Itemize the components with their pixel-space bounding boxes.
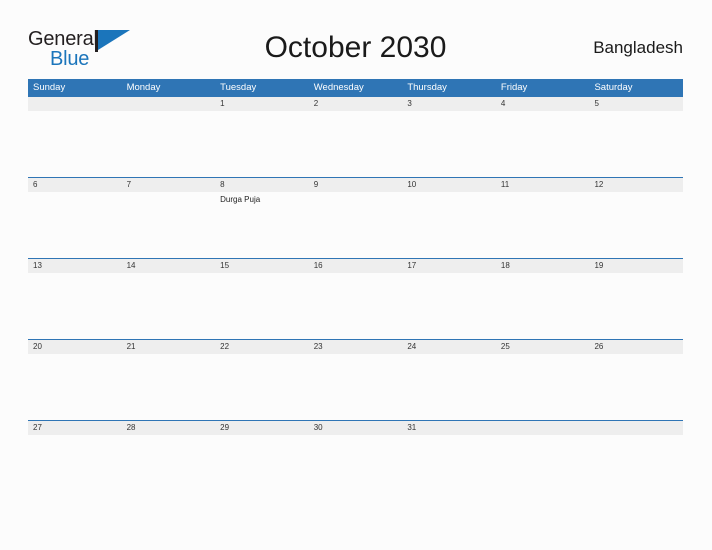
date-number[interactable]: 10	[402, 178, 496, 192]
day-cell[interactable]	[122, 435, 216, 480]
date-number[interactable]: 21	[122, 340, 216, 354]
date-number-band: 13 14 15 16 17 18 19	[28, 258, 683, 273]
day-cell[interactable]	[28, 435, 122, 480]
date-number[interactable]: 2	[309, 97, 403, 111]
date-number[interactable]: 1	[215, 97, 309, 111]
date-number[interactable]: 3	[402, 97, 496, 111]
date-number[interactable]: 18	[496, 259, 590, 273]
day-cell[interactable]	[496, 111, 590, 177]
date-number[interactable]: 16	[309, 259, 403, 273]
day-cell[interactable]	[402, 273, 496, 339]
day-cell[interactable]	[402, 435, 496, 480]
page-title: October 2030	[264, 31, 447, 64]
country-label: Bangladesh	[593, 38, 683, 57]
day-cell[interactable]	[122, 354, 216, 420]
date-number[interactable]: 30	[309, 421, 403, 435]
day-cell[interactable]: Durga Puja	[215, 192, 309, 258]
date-number[interactable]: 26	[589, 340, 683, 354]
day-cell[interactable]	[589, 273, 683, 339]
date-number[interactable]: 9	[309, 178, 403, 192]
date-number[interactable]	[122, 97, 216, 111]
date-number[interactable]: 13	[28, 259, 122, 273]
date-number[interactable]: 14	[122, 259, 216, 273]
date-number-band: 27 28 29 30 31	[28, 420, 683, 435]
date-number[interactable]	[28, 97, 122, 111]
day-cell[interactable]	[496, 435, 590, 480]
date-number[interactable]: 20	[28, 340, 122, 354]
date-number[interactable]	[496, 421, 590, 435]
day-cell[interactable]	[402, 354, 496, 420]
weekday-saturday: Saturday	[594, 82, 633, 93]
day-cell[interactable]	[309, 273, 403, 339]
event-band	[28, 354, 683, 420]
day-cell[interactable]	[215, 273, 309, 339]
weekday-thursday: Thursday	[407, 82, 447, 93]
calendar-week-row: 1 2 3 4 5	[28, 96, 683, 177]
date-number[interactable]: 28	[122, 421, 216, 435]
day-cell[interactable]	[28, 354, 122, 420]
day-cell[interactable]	[402, 192, 496, 258]
day-cell[interactable]	[28, 192, 122, 258]
calendar-page: General Blue October 2030 Bangladesh Sun…	[0, 0, 712, 550]
day-cell[interactable]	[122, 111, 216, 177]
day-cell[interactable]	[215, 354, 309, 420]
calendar-week-row: 27 28 29 30 31	[28, 420, 683, 480]
date-number[interactable]: 29	[215, 421, 309, 435]
date-number[interactable]: 7	[122, 178, 216, 192]
day-cell[interactable]	[589, 192, 683, 258]
event-band	[28, 435, 683, 480]
day-cell[interactable]	[28, 111, 122, 177]
calendar-week-row: 6 7 8 9 10 11 12 Durga Puja	[28, 177, 683, 258]
day-cell[interactable]	[122, 273, 216, 339]
date-number[interactable]: 5	[589, 97, 683, 111]
date-number-band: 20 21 22 23 24 25 26	[28, 339, 683, 354]
calendar-week-row: 13 14 15 16 17 18 19	[28, 258, 683, 339]
day-cell[interactable]	[28, 273, 122, 339]
date-number[interactable]: 27	[28, 421, 122, 435]
day-cell[interactable]	[215, 435, 309, 480]
day-cell[interactable]	[309, 354, 403, 420]
date-number[interactable]: 22	[215, 340, 309, 354]
date-number-band: 1 2 3 4 5	[28, 96, 683, 111]
date-number[interactable]: 25	[496, 340, 590, 354]
date-number[interactable]: 12	[589, 178, 683, 192]
date-number[interactable]: 11	[496, 178, 590, 192]
date-number[interactable]: 23	[309, 340, 403, 354]
date-number-band: 6 7 8 9 10 11 12	[28, 177, 683, 192]
day-cell[interactable]	[496, 354, 590, 420]
weekday-friday: Friday	[500, 82, 528, 93]
event-label: Durga Puja	[220, 195, 261, 204]
date-number[interactable]: 6	[28, 178, 122, 192]
date-number[interactable]: 15	[215, 259, 309, 273]
day-cell[interactable]	[309, 111, 403, 177]
event-band: Durga Puja	[28, 192, 683, 258]
page-header: General Blue October 2030 Bangladesh	[28, 28, 683, 72]
calendar-week-row: 20 21 22 23 24 25 26	[28, 339, 683, 420]
day-cell[interactable]	[402, 111, 496, 177]
day-cell[interactable]	[589, 435, 683, 480]
event-band	[28, 111, 683, 177]
weekday-tuesday: Tuesday	[220, 82, 257, 93]
day-cell[interactable]	[496, 192, 590, 258]
weekday-wednesday: Wednesday	[313, 82, 364, 93]
date-number[interactable]: 19	[589, 259, 683, 273]
day-cell[interactable]	[589, 111, 683, 177]
weekday-monday: Monday	[126, 82, 161, 93]
calendar-grid: Sunday Monday Tuesday Wednesday Thursday…	[28, 79, 683, 480]
date-number[interactable]: 31	[402, 421, 496, 435]
day-cell[interactable]	[309, 192, 403, 258]
date-number[interactable]: 4	[496, 97, 590, 111]
date-number[interactable]: 8	[215, 178, 309, 192]
date-number[interactable]: 24	[402, 340, 496, 354]
day-cell[interactable]	[215, 111, 309, 177]
weekday-header-row: Sunday Monday Tuesday Wednesday Thursday…	[28, 79, 683, 96]
day-cell[interactable]	[309, 435, 403, 480]
date-number[interactable]	[589, 421, 683, 435]
day-cell[interactable]	[589, 354, 683, 420]
day-cell[interactable]	[122, 192, 216, 258]
date-number[interactable]: 17	[402, 259, 496, 273]
weekday-sunday: Sunday	[33, 82, 66, 93]
day-cell[interactable]	[496, 273, 590, 339]
event-band	[28, 273, 683, 339]
